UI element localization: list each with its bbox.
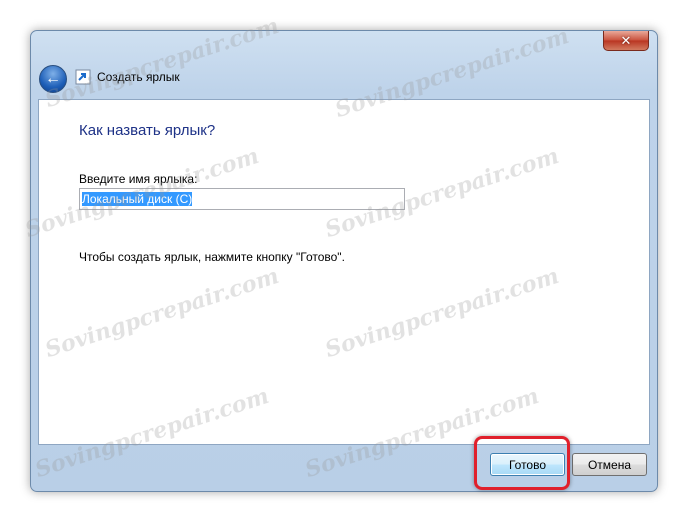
back-button[interactable]: ← (39, 65, 67, 93)
back-arrow-icon: ← (45, 70, 61, 87)
page-title: Как назвать ярлык? (79, 122, 216, 139)
cancel-button[interactable]: Отмена (572, 453, 647, 476)
done-button-highlight (474, 436, 570, 490)
instruction-text: Чтобы создать ярлык, нажмите кнопку "Гот… (79, 250, 345, 264)
close-icon: ✕ (620, 33, 632, 48)
shortcut-name-label: Введите имя ярлыка: (79, 172, 198, 186)
shortcut-name-input[interactable] (79, 188, 405, 210)
wizard-content: Как назвать ярлык? Введите имя ярлыка: Ч… (38, 99, 650, 445)
shortcut-icon (75, 69, 91, 85)
create-shortcut-window: ✕ ← Создать ярлык Как назвать ярлык? Вве… (30, 30, 658, 492)
title-bar: ← Создать ярлык (31, 55, 657, 95)
window-title: Создать ярлык (97, 70, 180, 84)
close-button[interactable]: ✕ (603, 31, 649, 51)
